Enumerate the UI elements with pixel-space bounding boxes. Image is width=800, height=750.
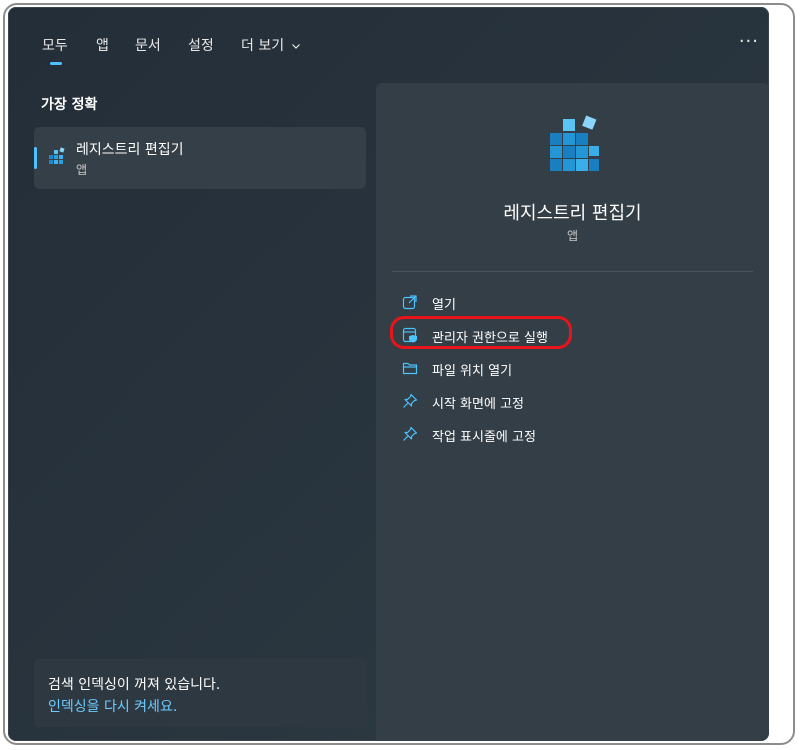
selection-indicator bbox=[34, 147, 37, 169]
ellipsis-icon[interactable]: ··· bbox=[739, 33, 759, 51]
filter-tabs: 모두 앱 문서 설정 더 보기 ··· bbox=[8, 7, 769, 77]
best-match-result[interactable]: 레지스트리 편집기 앱 bbox=[34, 127, 366, 189]
pin-icon bbox=[403, 426, 418, 441]
tab-settings[interactable]: 설정 bbox=[188, 35, 214, 55]
indexing-notice: 검색 인덱싱이 꺼져 있습니다. 인덱싱을 다시 켜세요. bbox=[34, 659, 367, 727]
enable-indexing-link[interactable]: 인덱싱을 다시 켜세요. bbox=[48, 696, 177, 716]
indexing-message: 검색 인덱싱이 꺼져 있습니다. bbox=[48, 677, 221, 693]
tab-all[interactable]: 모두 bbox=[42, 35, 68, 65]
registry-editor-large-icon bbox=[550, 115, 599, 171]
best-match-type: 앱 bbox=[76, 163, 88, 177]
action-pin-to-start[interactable]: 시작 화면에 고정 bbox=[396, 390, 736, 412]
pin-icon bbox=[403, 393, 418, 408]
action-pin-to-taskbar-label: 작업 표시줄에 고정 bbox=[432, 430, 536, 445]
best-match-name: 레지스트리 편집기 bbox=[76, 142, 184, 158]
registry-editor-icon bbox=[49, 147, 65, 164]
search-window: 모두 앱 문서 설정 더 보기 ··· 가장 정확 레지스트리 편집기 앱 검색… bbox=[8, 7, 769, 741]
tab-more[interactable]: 더 보기 bbox=[241, 35, 301, 55]
open-external-icon bbox=[402, 295, 417, 310]
highlight-annotation bbox=[390, 316, 572, 349]
tab-apps[interactable]: 앱 bbox=[96, 35, 109, 55]
app-type: 앱 bbox=[566, 229, 579, 243]
action-open[interactable]: 열기 bbox=[396, 291, 736, 313]
app-title: 레지스트리 편집기 bbox=[503, 203, 642, 224]
tab-more-label: 더 보기 bbox=[241, 38, 285, 54]
folder-icon bbox=[402, 362, 418, 375]
action-open-label: 열기 bbox=[432, 298, 456, 313]
action-pin-to-start-label: 시작 화면에 고정 bbox=[432, 397, 524, 412]
action-open-file-location[interactable]: 파일 위치 열기 bbox=[396, 357, 736, 379]
section-title: 가장 정확 bbox=[41, 97, 98, 113]
divider bbox=[392, 271, 753, 272]
action-open-file-location-label: 파일 위치 열기 bbox=[432, 364, 513, 379]
app-detail-panel: 레지스트리 편집기 앱 열기 관리자 권한으로 실행 파일 위치 열기 시작 화… bbox=[376, 83, 769, 741]
action-pin-to-taskbar[interactable]: 작업 표시줄에 고정 bbox=[396, 423, 736, 445]
tab-documents[interactable]: 문서 bbox=[135, 35, 161, 55]
chevron-down-icon bbox=[291, 44, 300, 49]
